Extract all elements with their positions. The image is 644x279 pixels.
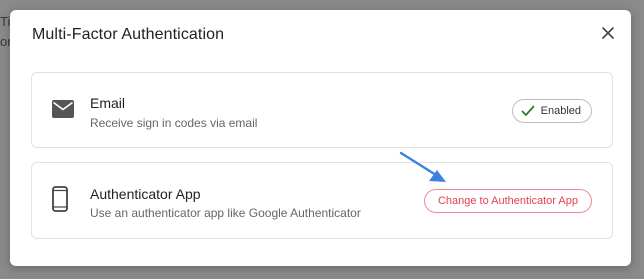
check-icon bbox=[521, 105, 535, 116]
authenticator-method-card: Authenticator App Use an authenticator a… bbox=[31, 162, 613, 239]
pointer-arrow-icon bbox=[399, 151, 446, 182]
authenticator-method-title: Authenticator App bbox=[90, 186, 201, 202]
mail-icon bbox=[52, 100, 74, 118]
enabled-status-badge: Enabled bbox=[511, 99, 592, 123]
phone-icon bbox=[52, 186, 68, 212]
mfa-modal: Multi-Factor Authentication Email Receiv… bbox=[10, 10, 631, 266]
email-method-title: Email bbox=[90, 95, 126, 111]
enabled-status-label: Enabled bbox=[540, 105, 581, 117]
email-method-description: Receive sign in codes via email bbox=[90, 116, 258, 130]
change-to-authenticator-app-button[interactable]: Change to Authenticator App bbox=[423, 189, 592, 213]
close-button[interactable] bbox=[599, 24, 617, 42]
email-method-card: Email Receive sign in codes via email En… bbox=[31, 72, 613, 148]
modal-title: Multi-Factor Authentication bbox=[32, 26, 225, 43]
authenticator-method-description: Use an authenticator app like Google Aut… bbox=[90, 206, 361, 220]
close-icon bbox=[602, 27, 614, 39]
